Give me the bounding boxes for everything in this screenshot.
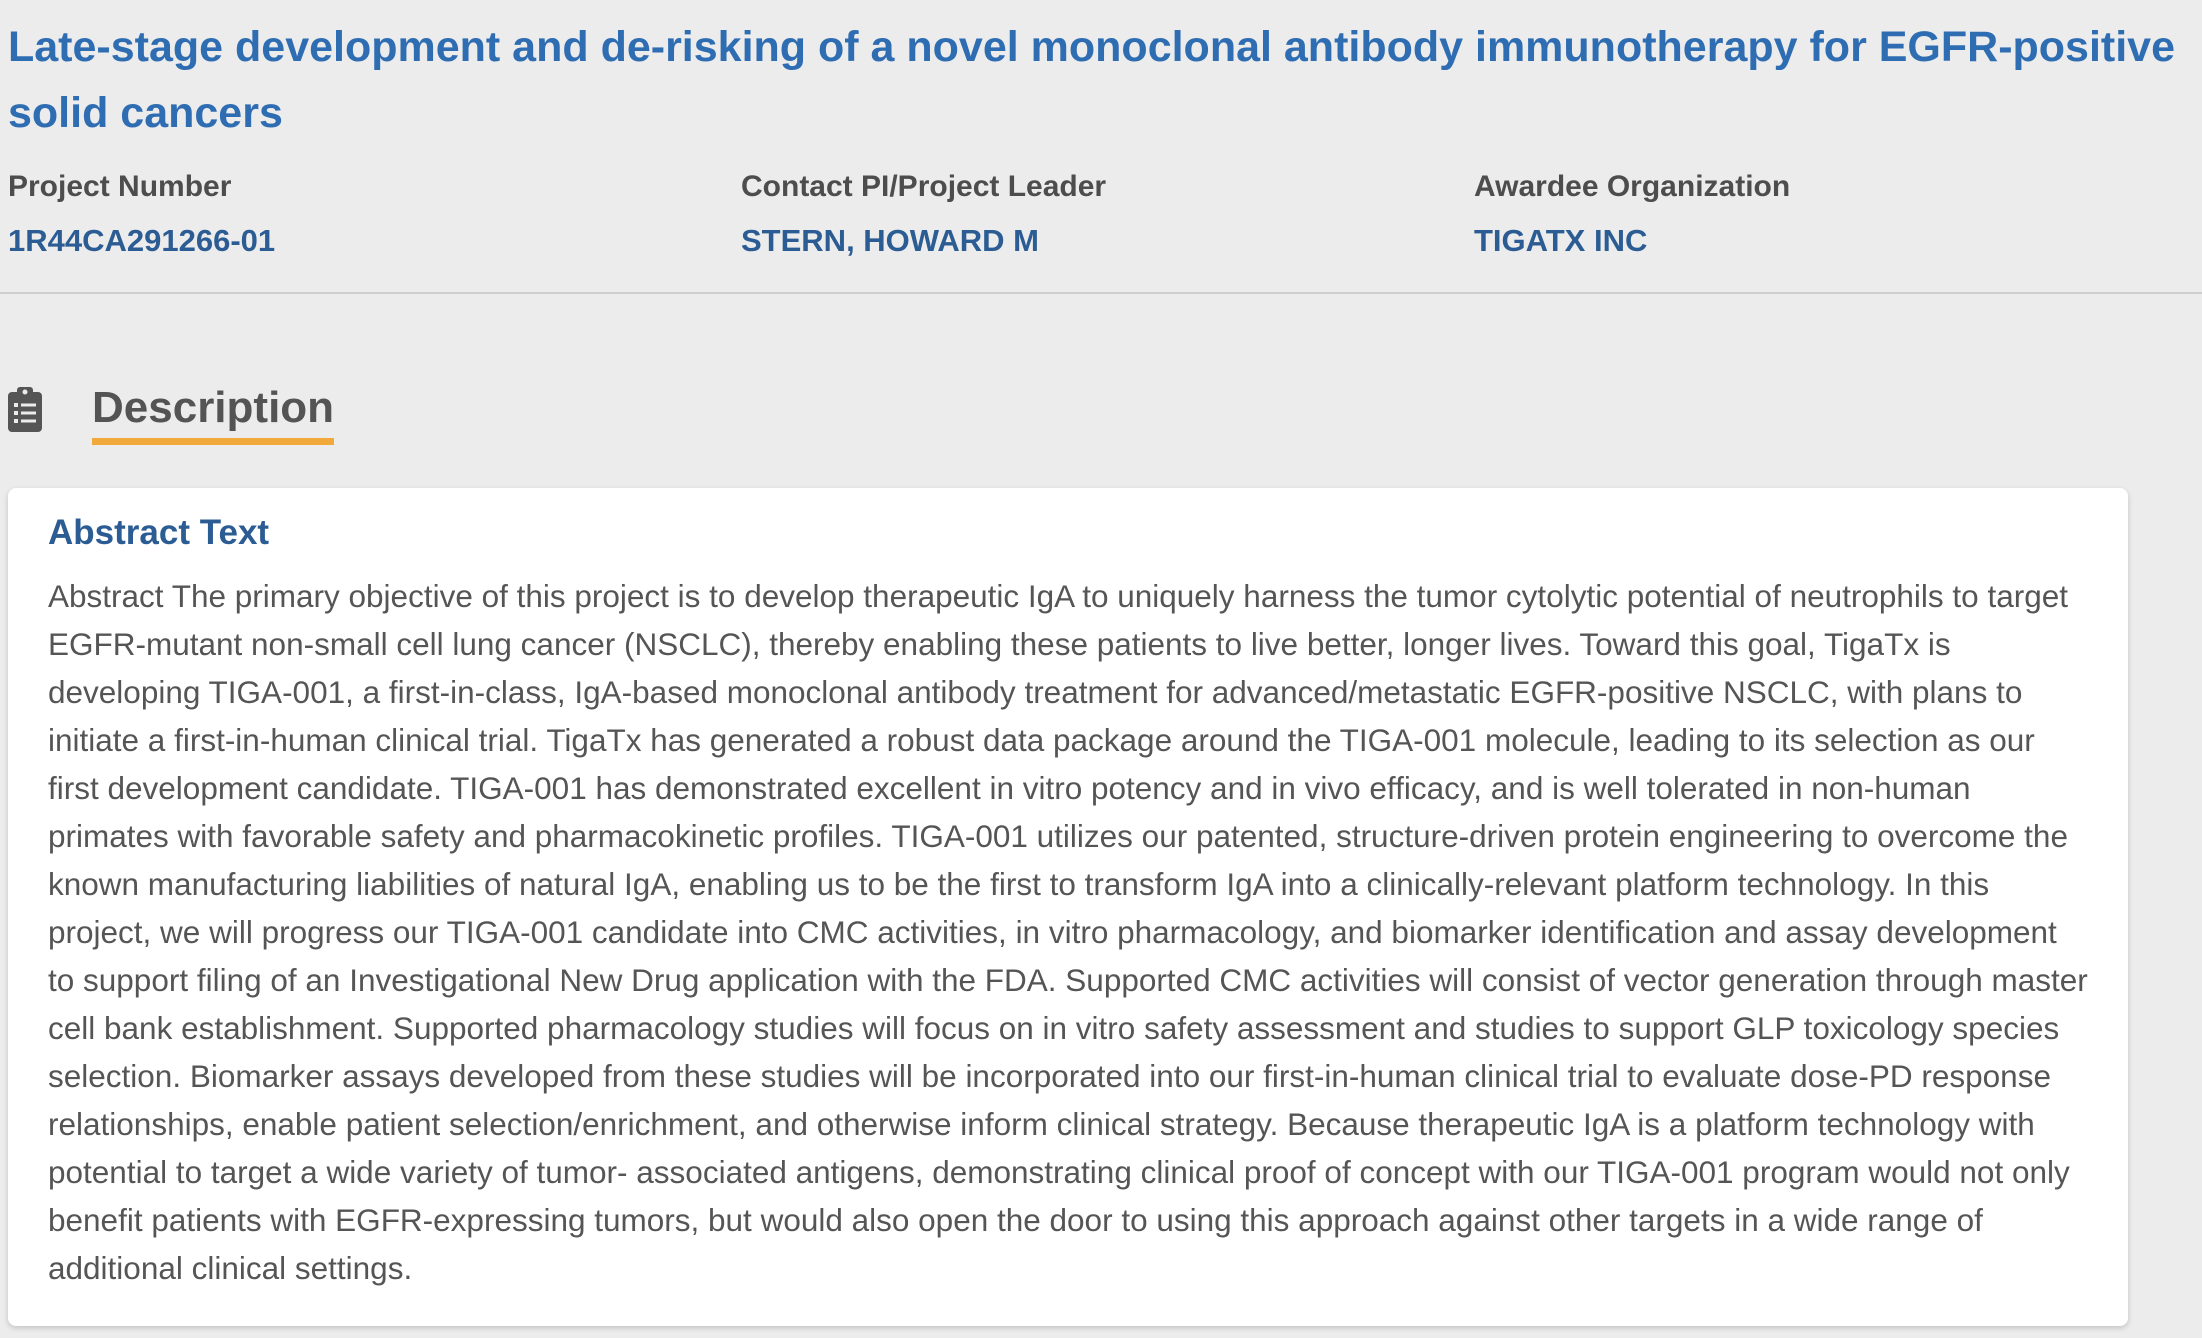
contact-pi-label: Contact PI/Project Leader <box>741 170 1107 203</box>
project-number-label: Project Number <box>8 170 232 203</box>
header-divider <box>0 292 2202 294</box>
abstract-heading: Abstract Text <box>48 513 270 552</box>
project-number-link[interactable]: 1R44CA291266-01 <box>8 220 275 262</box>
description-tab[interactable]: Description <box>92 380 335 445</box>
description-section-header: Description <box>0 372 800 452</box>
abstract-card: Abstract Text Abstract The primary objec… <box>8 488 2128 1326</box>
clipboard-list-icon <box>8 387 42 432</box>
project-meta: Project Number 1R44CA291266-01 Contact P… <box>8 162 2202 262</box>
awardee-label: Awardee Organization <box>1474 170 1791 203</box>
project-number-block: Project Number 1R44CA291266-01 <box>8 162 275 262</box>
abstract-body: Abstract The primary objective of this p… <box>48 578 2088 1286</box>
awardee-block: Awardee Organization TIGATX INC <box>1474 162 1790 262</box>
awardee-link[interactable]: TIGATX INC <box>1474 220 1790 262</box>
project-title: Late-stage development and de-risking of… <box>8 23 2176 137</box>
contact-pi-link[interactable]: STERN, HOWARD M <box>741 220 1106 262</box>
contact-pi-block: Contact PI/Project Leader STERN, HOWARD … <box>741 162 1106 262</box>
